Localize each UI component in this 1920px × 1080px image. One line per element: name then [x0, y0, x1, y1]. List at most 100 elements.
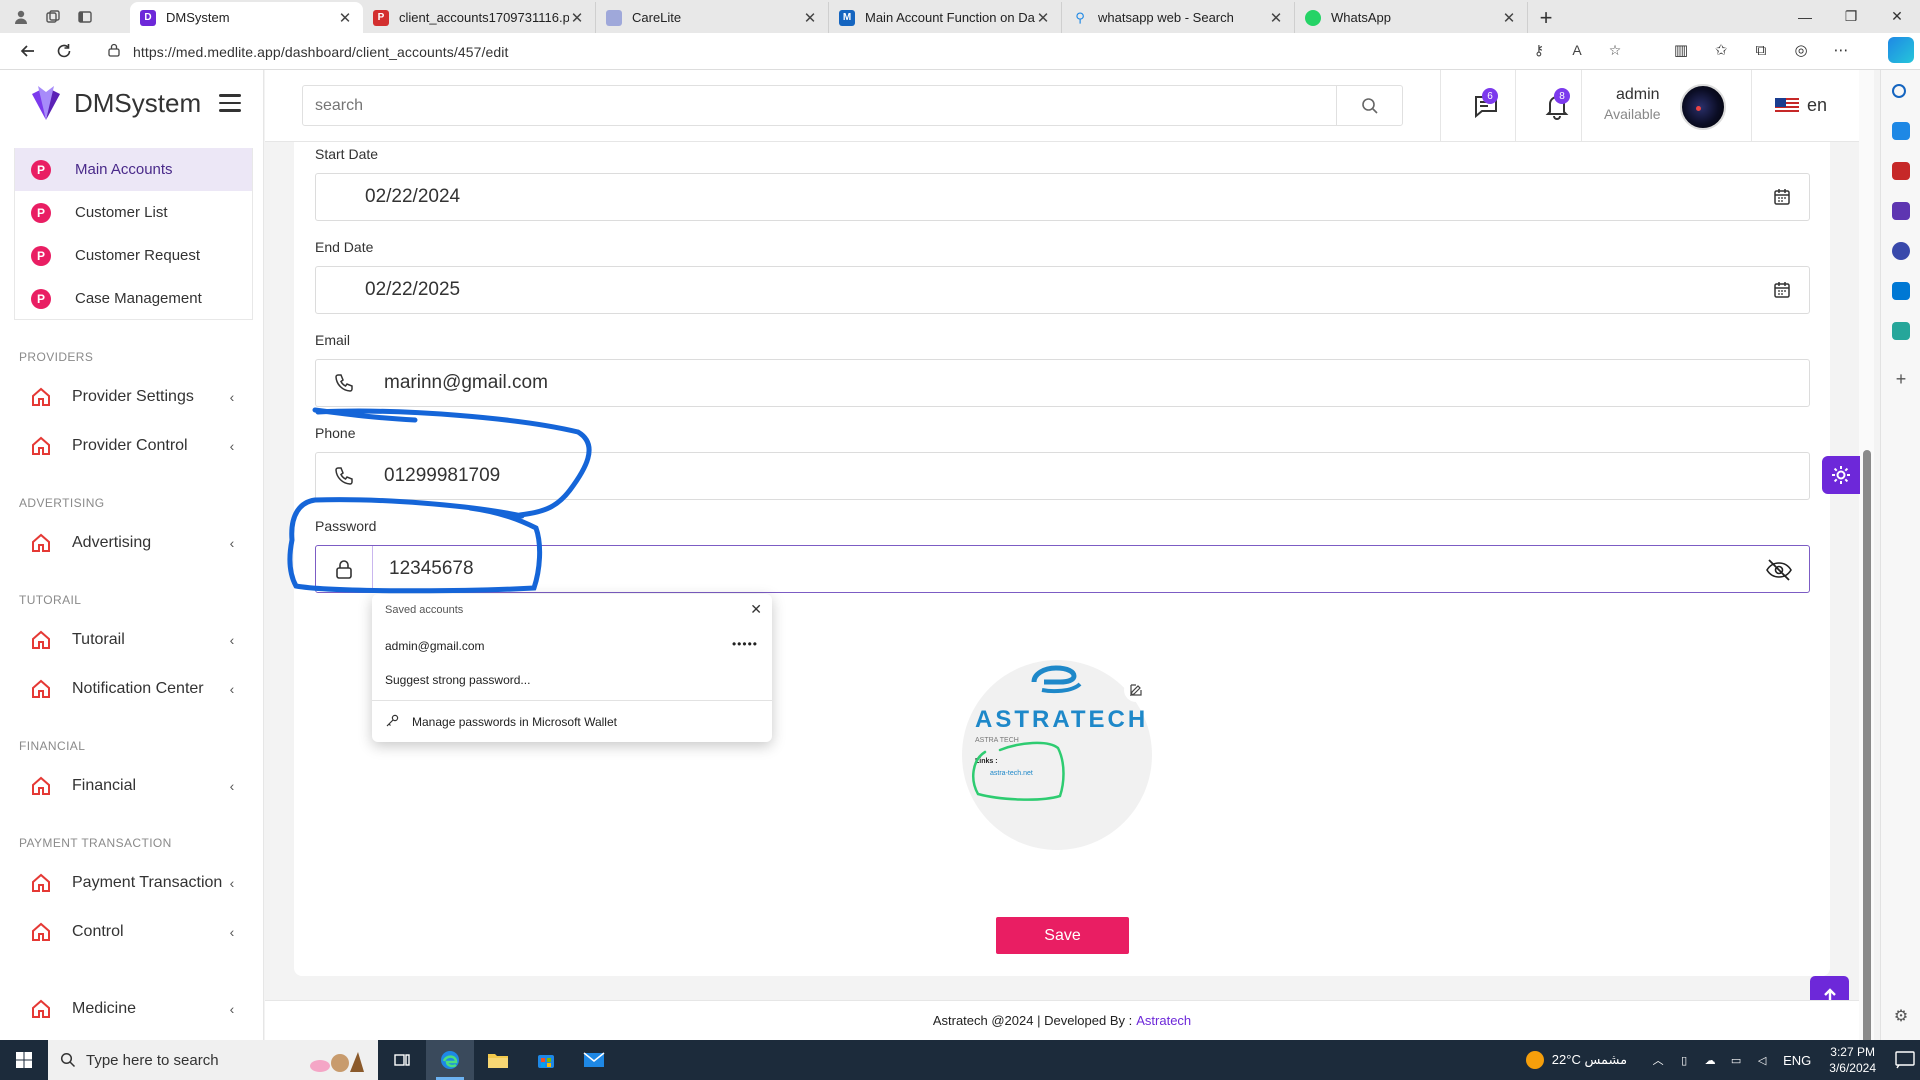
sidebar-item-advertising[interactable]: Advertising ‹ [30, 528, 240, 558]
more-menu-icon[interactable]: ⋯ [1830, 39, 1852, 61]
phone-value: 01299981709 [384, 465, 501, 486]
favorites-icon[interactable]: ✩ [1710, 39, 1732, 61]
sidebar-item-provider-control[interactable]: Provider Control ‹ [30, 431, 240, 461]
add-panel-icon[interactable]: + [1892, 370, 1910, 388]
sidebar-item-financial[interactable]: Financial ‹ [30, 771, 240, 801]
minimize-icon[interactable]: — [1782, 0, 1828, 33]
split-screen-icon[interactable]: ▥ [1670, 39, 1692, 61]
us-flag-icon [1775, 97, 1799, 114]
restore-icon[interactable]: ❐ [1828, 0, 1874, 33]
tab-close-icon[interactable]: ✕ [1268, 9, 1284, 27]
browser-tab[interactable]: P client_accounts1709731116.pdf ✕ [363, 2, 596, 33]
task-view-icon[interactable] [378, 1040, 426, 1080]
device-icon[interactable]: ▯ [1677, 1053, 1691, 1067]
password-input[interactable]: 12345678 [372, 546, 1809, 592]
file-explorer-icon[interactable] [474, 1040, 522, 1080]
save-button[interactable]: Save [996, 917, 1129, 954]
tab-close-icon[interactable]: ✕ [569, 9, 585, 27]
browser-tab[interactable]: D DMSystem ✕ [130, 2, 363, 33]
end-date-field[interactable]: 02/22/2025 [315, 266, 1810, 314]
tab-close-icon[interactable]: ✕ [1035, 9, 1051, 27]
menu-toggle-icon[interactable] [219, 94, 241, 112]
games-icon[interactable] [1892, 202, 1910, 220]
edge-taskbar-icon[interactable] [426, 1040, 474, 1080]
sidebar-item-case-management[interactable]: P Case Management [15, 277, 252, 320]
network-icon[interactable]: ▭ [1729, 1053, 1743, 1067]
calendar-icon[interactable] [1773, 188, 1791, 206]
microsoft365-icon[interactable] [1892, 242, 1910, 260]
site-info-icon[interactable] [107, 43, 121, 60]
tab-close-icon[interactable]: ✕ [337, 9, 353, 27]
browser-tab[interactable]: CareLite ✕ [596, 2, 829, 33]
sidebar-item-provider-settings[interactable]: Provider Settings ‹ [30, 382, 240, 412]
shopping-icon[interactable] [1892, 122, 1910, 140]
windows-start-icon[interactable] [0, 1040, 48, 1080]
phone-field[interactable]: 01299981709 [315, 452, 1810, 500]
search-icon[interactable] [1892, 84, 1906, 98]
password-key-icon[interactable]: ⚷ [1530, 41, 1548, 59]
volume-icon[interactable]: ◁ [1755, 1053, 1769, 1067]
sidebar-item-payment-transaction[interactable]: Payment Transaction ‹ [30, 868, 240, 898]
copilot-icon[interactable] [1888, 37, 1914, 63]
collections-icon[interactable]: ⧉ [1750, 39, 1772, 61]
tools-icon[interactable] [1892, 162, 1910, 180]
browser-tab[interactable]: ⚲ whatsapp web - Search ✕ [1062, 2, 1295, 33]
user-name[interactable]: admin [1616, 86, 1660, 104]
sidebar-settings-icon[interactable]: ⚙ [1892, 1008, 1910, 1026]
read-aloud-icon[interactable]: A [1568, 41, 1586, 59]
tab-close-icon[interactable]: ✕ [802, 9, 818, 27]
edit-logo-button[interactable] [1124, 678, 1148, 702]
notifications-icon[interactable] [1890, 1051, 1920, 1069]
input-language[interactable]: ENG [1783, 1053, 1811, 1068]
sidebar-item-control[interactable]: Control ‹ [30, 917, 240, 947]
browser-tab[interactable]: M Main Account Function on Dashb ✕ [829, 2, 1062, 33]
search-button[interactable] [1336, 86, 1402, 125]
sidebar-item-tutorail[interactable]: Tutorail ‹ [30, 625, 240, 655]
sidebar-item-medicine[interactable]: Medicine ‹ [30, 994, 240, 1024]
profile-icon[interactable] [12, 8, 30, 26]
workspaces-icon[interactable] [44, 8, 62, 26]
eye-slash-icon[interactable] [1765, 558, 1793, 582]
url-text: https://med.medlite.app/dashboard/client… [133, 43, 509, 60]
outlook-icon[interactable] [1892, 282, 1910, 300]
chevron-up-icon[interactable]: ︿ [1651, 1053, 1665, 1067]
page-scrollbar[interactable] [1859, 70, 1874, 1050]
sidebar-item-customer-request[interactable]: P Customer Request [15, 234, 252, 277]
microsoft-store-icon[interactable] [522, 1040, 570, 1080]
browser-tab[interactable]: WhatsApp ✕ [1295, 2, 1528, 33]
url-field[interactable]: https://med.medlite.app/dashboard/client… [107, 37, 1587, 66]
theme-settings-button[interactable] [1822, 456, 1860, 494]
sidebar-item-notification-center[interactable]: Notification Center ‹ [30, 674, 240, 704]
close-icon[interactable]: ✕ [750, 601, 762, 618]
taskbar-search[interactable]: Type here to search [48, 1040, 378, 1080]
weather-widget[interactable]: 22°C مشمس [1525, 1051, 1627, 1069]
calendar-icon[interactable] [1773, 281, 1791, 299]
favorite-star-icon[interactable]: ☆ [1606, 41, 1624, 59]
email-field[interactable]: marinn@gmail.com [315, 359, 1810, 407]
password-field[interactable]: 12345678 [315, 545, 1810, 593]
brand[interactable]: DMSystem [28, 84, 201, 122]
search-input[interactable] [303, 86, 1336, 125]
extensions-icon[interactable]: ◎ [1790, 39, 1812, 61]
sidebar-item-main-accounts[interactable]: P Main Accounts [15, 148, 252, 191]
suggest-password-item[interactable]: Suggest strong password... [385, 673, 530, 687]
manage-passwords-item[interactable]: Manage passwords in Microsoft Wallet [412, 715, 617, 729]
avatar[interactable] [1680, 84, 1726, 130]
back-button[interactable] [10, 36, 46, 66]
sidebar-item-customer-list[interactable]: P Customer List [15, 191, 252, 234]
close-window-icon[interactable]: ✕ [1874, 0, 1920, 33]
tab-close-icon[interactable]: ✕ [1501, 9, 1517, 27]
scrollbar-thumb[interactable] [1863, 450, 1871, 1050]
footer-link[interactable]: Astratech [1136, 1013, 1191, 1028]
start-date-field[interactable]: 02/22/2024 [315, 173, 1810, 221]
mail-icon[interactable] [570, 1040, 618, 1080]
refresh-button[interactable] [46, 36, 82, 66]
new-tab-button[interactable]: + [1528, 2, 1564, 33]
saved-account-item[interactable]: admin@gmail.com [385, 639, 485, 653]
cloud-icon[interactable]: ☁ [1703, 1053, 1717, 1067]
clock[interactable]: 3:27 PM 3/6/2024 [1829, 1044, 1876, 1076]
tab-actions-icon[interactable] [76, 8, 94, 26]
language-selector[interactable]: en [1775, 95, 1827, 116]
drop-icon[interactable] [1892, 322, 1910, 340]
header-divider [1751, 70, 1752, 142]
